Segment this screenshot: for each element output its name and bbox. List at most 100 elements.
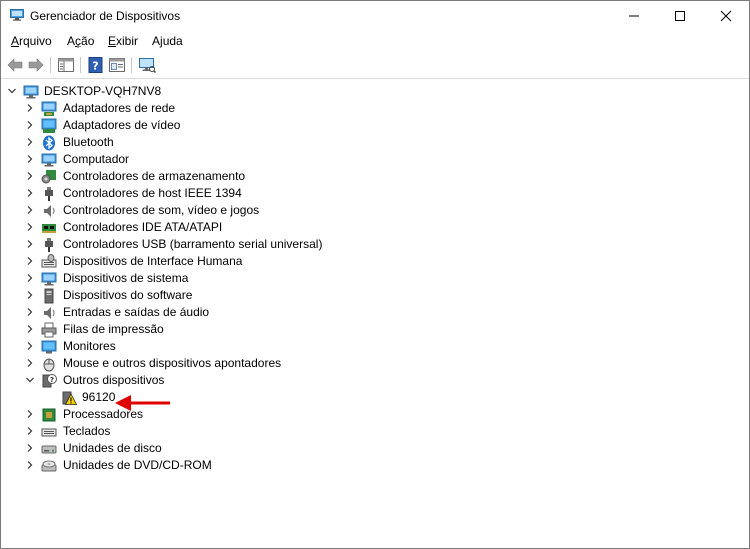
minimize-button[interactable]	[611, 1, 657, 31]
chevron-right-icon[interactable]	[25, 188, 35, 198]
forward-button[interactable]	[27, 56, 45, 74]
tree-item-label: Controladores de armazenamento	[63, 169, 246, 183]
svg-text:?: ?	[92, 60, 98, 73]
menu-bar: Arquivo Ação Exibir Ajuda	[1, 31, 749, 51]
ide-controller-icon	[42, 224, 56, 233]
ieee1394-icon	[45, 187, 53, 201]
tree-item-dispositivos-do-software[interactable]: Dispositivos do software	[25, 287, 525, 304]
chevron-right-icon[interactable]	[25, 324, 35, 334]
tree-item-computador[interactable]: Computador	[25, 151, 525, 168]
hid-icon	[41, 254, 57, 268]
tree-item-controladores-ieee-1394[interactable]: Controladores de host IEEE 1394	[25, 185, 525, 202]
tree-item-label: Mouse e outros dispositivos apontadores	[63, 356, 282, 370]
close-button[interactable]	[703, 1, 749, 31]
storage-controller-icon	[41, 170, 56, 184]
chevron-right-icon[interactable]	[25, 239, 35, 249]
chevron-right-icon[interactable]	[25, 426, 35, 436]
window-title: Gerenciador de Dispositivos	[30, 9, 181, 23]
tree-item-bluetooth[interactable]: Bluetooth	[25, 134, 525, 151]
tree-root[interactable]: DESKTOP-VQH7NV8	[7, 83, 307, 100]
help-button[interactable]: ?	[87, 56, 105, 74]
tree-item-controladores-de-som[interactable]: Controladores de som, vídeo e jogos	[25, 202, 525, 219]
tree-item-label: Adaptadores de vídeo	[63, 118, 181, 132]
properties-button[interactable]	[108, 56, 126, 74]
chevron-right-icon[interactable]	[25, 290, 35, 300]
menu-accelerator-letter: j	[160, 34, 163, 48]
tree-item-unidades-de-dvd[interactable]: Unidades de DVD/CD-ROM	[25, 457, 525, 474]
menu-ajuda[interactable]: Ajuda	[152, 34, 183, 48]
keyboard-icon	[41, 428, 57, 437]
tree-item-label: Filas de impressão	[63, 322, 164, 336]
chevron-right-icon[interactable]	[25, 443, 35, 453]
computer-icon	[23, 85, 39, 99]
tree-item-filas-de-impressao[interactable]: Filas de impressão	[25, 321, 525, 338]
chevron-right-icon[interactable]	[25, 120, 35, 130]
tree-item-unidades-de-disco[interactable]: Unidades de disco	[25, 440, 525, 457]
tree-item-label: Computador	[63, 152, 130, 166]
menu-acao[interactable]: Ação	[67, 34, 94, 48]
toolbar-separator	[131, 57, 132, 73]
tree-item-mouse[interactable]: Mouse e outros dispositivos apontadores	[25, 355, 525, 372]
toolbar-separator	[80, 57, 81, 73]
processor-icon	[42, 408, 56, 422]
tree-item-96120[interactable]: 96120	[45, 389, 345, 406]
chevron-right-icon[interactable]	[25, 409, 35, 419]
tree-item-teclados[interactable]: Teclados	[25, 423, 525, 440]
scan-hardware-changes-button[interactable]	[138, 56, 156, 74]
tree-item-controladores-de-armazenamento[interactable]: Controladores de armazenamento	[25, 168, 525, 185]
tree-item-outros-dispositivos[interactable]: ? Outros dispositivos	[25, 372, 525, 389]
chevron-right-icon[interactable]	[25, 273, 35, 283]
menu-exibir[interactable]: Exibir	[108, 34, 138, 48]
tree-item-label: Unidades de DVD/CD-ROM	[63, 458, 212, 472]
tree-item-label: Controladores USB (barramento serial uni…	[63, 237, 323, 251]
tree-item-controladores-ide[interactable]: Controladores IDE ATA/ATAPI	[25, 219, 525, 236]
title-bar[interactable]: Gerenciador de Dispositivos	[1, 1, 749, 31]
computer-icon	[41, 153, 57, 167]
chevron-right-icon[interactable]	[25, 307, 35, 317]
tree-item-dispositivos-hid[interactable]: Dispositivos de Interface Humana	[25, 253, 525, 270]
maximize-button[interactable]	[657, 1, 703, 31]
speaker-icon	[44, 205, 55, 217]
scan-monitor-icon	[139, 58, 156, 73]
tree-item-label: 96120	[82, 390, 116, 404]
back-button[interactable]	[6, 56, 24, 74]
chevron-right-icon[interactable]	[25, 460, 35, 470]
system-device-icon	[41, 272, 57, 286]
bluetooth-icon	[43, 135, 55, 151]
show-hide-console-tree-button[interactable]	[57, 56, 75, 74]
red-arrow-annotation-icon	[115, 395, 170, 411]
menu-accelerator-letter: ç	[75, 34, 82, 48]
disk-drive-icon	[41, 445, 57, 454]
properties-icon	[109, 58, 125, 72]
tree-item-label: Dispositivos de Interface Humana	[63, 254, 243, 268]
tree-item-dispositivos-de-sistema[interactable]: Dispositivos de sistema	[25, 270, 525, 287]
chevron-right-icon[interactable]	[25, 137, 35, 147]
chevron-right-icon[interactable]	[25, 171, 35, 181]
tree-item-processadores[interactable]: Processadores	[25, 406, 525, 423]
tree-item-adaptadores-de-rede[interactable]: Adaptadores de rede	[25, 100, 525, 117]
chevron-right-icon[interactable]	[25, 103, 35, 113]
tree-item-label: Entradas e saídas de áudio	[63, 305, 210, 319]
tree-item-controladores-usb[interactable]: Controladores USB (barramento serial uni…	[25, 236, 525, 253]
unknown-device-icon: ?	[42, 374, 57, 388]
tree-item-adaptadores-de-video[interactable]: Adaptadores de vídeo	[25, 117, 525, 134]
chevron-right-icon[interactable]	[25, 256, 35, 266]
chevron-right-icon[interactable]	[25, 358, 35, 368]
tree-item-label: Dispositivos de sistema	[63, 271, 189, 285]
device-manager-icon	[10, 9, 24, 21]
chevron-right-icon[interactable]	[25, 154, 35, 164]
close-icon	[720, 10, 732, 22]
tree-item-monitores[interactable]: Monitores	[25, 338, 525, 355]
chevron-down-icon[interactable]	[25, 375, 35, 385]
tree-item-entradas-e-saidas-de-audio[interactable]: Entradas e saídas de áudio	[25, 304, 525, 321]
chevron-right-icon[interactable]	[25, 222, 35, 232]
printer-icon	[41, 322, 57, 338]
chevron-right-icon[interactable]	[25, 205, 35, 215]
menu-arquivo[interactable]: Arquivo	[11, 34, 52, 48]
display-adapter-icon	[41, 118, 57, 133]
network-adapter-icon	[41, 101, 57, 116]
tree-item-label: Controladores de som, vídeo e jogos	[63, 203, 260, 217]
chevron-down-icon[interactable]	[7, 86, 17, 96]
chevron-right-icon[interactable]	[25, 341, 35, 351]
back-arrow-icon	[7, 58, 23, 72]
